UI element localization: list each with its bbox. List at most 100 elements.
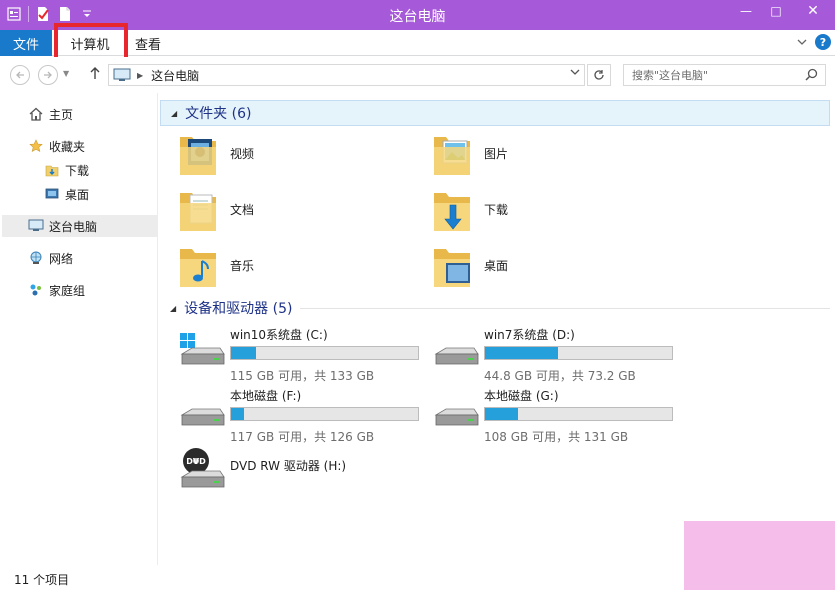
documents-folder-icon bbox=[180, 193, 216, 231]
drive-usage-bar bbox=[484, 346, 673, 360]
search-input[interactable] bbox=[624, 65, 794, 85]
folder-name: 下载 bbox=[484, 202, 509, 217]
maximize-button[interactable]: □ bbox=[761, 0, 791, 22]
folder-name: 桌面 bbox=[484, 258, 509, 273]
address-bar[interactable]: ▶ 这台电脑 bbox=[108, 64, 585, 86]
folder-name: 音乐 bbox=[230, 258, 255, 273]
group-title: 设备和驱动器 (5) bbox=[184, 301, 293, 317]
drive-item-d[interactable]: win7系统盘 (D:) 44.8 GB 可用，共 73.2 GB bbox=[432, 326, 682, 384]
sidebar-item-label: 收藏夹 bbox=[49, 139, 86, 154]
breadcrumb-arrow-icon[interactable]: ▶ bbox=[137, 71, 143, 80]
drive-usage-bar bbox=[230, 407, 419, 421]
drive-usage-fill bbox=[231, 347, 257, 359]
drive-item-c[interactable]: win10系统盘 (C:) 115 GB 可用，共 133 GB bbox=[178, 326, 428, 384]
sidebar-item-desktop[interactable]: 桌面 bbox=[44, 183, 89, 205]
sidebar-item-homegroup[interactable]: 家庭组 bbox=[28, 279, 85, 301]
drive-size-text: 44.8 GB 可用，共 73.2 GB bbox=[484, 369, 636, 383]
drive-item-h-dvd[interactable]: DVD DVD RW 驱动器 (H:) bbox=[178, 448, 428, 515]
drive-usage-fill bbox=[485, 347, 558, 359]
expand-ribbon-icon[interactable] bbox=[797, 35, 807, 49]
drive-size-text: 108 GB 可用，共 131 GB bbox=[484, 430, 629, 444]
navigation-bar: ▼ ▶ 这台电脑 bbox=[0, 57, 835, 93]
chevron-down-icon[interactable] bbox=[570, 68, 580, 79]
drive-name: DVD RW 驱动器 (H:) bbox=[230, 459, 347, 473]
windows-drive-icon bbox=[180, 333, 225, 365]
folder-item-downloads[interactable]: 下载 bbox=[432, 184, 672, 234]
drive-name: 本地磁盘 (G:) bbox=[484, 389, 559, 403]
downloads-folder-icon bbox=[434, 193, 470, 231]
folder-name: 视频 bbox=[230, 146, 255, 161]
sidebar-item-network[interactable]: 网络 bbox=[28, 247, 73, 269]
drive-usage-fill bbox=[231, 408, 245, 420]
sidebar-item-label: 网络 bbox=[49, 251, 74, 266]
computer-icon bbox=[113, 68, 131, 82]
music-folder-icon bbox=[180, 249, 216, 287]
drive-name: win10系统盘 (C:) bbox=[230, 328, 328, 342]
collapse-arrow-icon[interactable]: ◢ bbox=[171, 109, 177, 118]
sidebar-item-home[interactable]: 主页 bbox=[28, 103, 73, 125]
downloads-folder-icon bbox=[44, 162, 60, 178]
star-icon bbox=[28, 138, 44, 154]
group-title: 文件夹 (6) bbox=[185, 106, 252, 122]
group-divider bbox=[300, 308, 830, 309]
sidebar-item-label: 这台电脑 bbox=[49, 219, 98, 234]
recent-locations-dropdown[interactable]: ▼ bbox=[63, 69, 69, 78]
sidebar-item-label: 桌面 bbox=[65, 187, 90, 202]
folder-item-videos[interactable]: 视频 bbox=[178, 128, 418, 178]
folder-item-desktop[interactable]: 桌面 bbox=[432, 240, 672, 290]
refresh-button[interactable] bbox=[587, 64, 611, 86]
desktop-folder-icon bbox=[434, 249, 470, 287]
drive-item-g[interactable]: 本地磁盘 (G:) 108 GB 可用，共 131 GB bbox=[432, 387, 682, 445]
forward-button[interactable] bbox=[38, 65, 58, 85]
drive-usage-fill bbox=[485, 408, 518, 420]
tab-view[interactable]: 查看 bbox=[128, 30, 168, 56]
search-icon[interactable] bbox=[805, 68, 819, 82]
pictures-folder-icon bbox=[434, 137, 470, 175]
help-icon[interactable]: ? bbox=[815, 34, 831, 50]
image-corner-overlay bbox=[684, 521, 835, 590]
homegroup-icon bbox=[28, 282, 44, 298]
drive-item-f[interactable]: 本地磁盘 (F:) 117 GB 可用，共 126 GB bbox=[178, 387, 428, 445]
tab-file[interactable]: 文件 bbox=[0, 30, 52, 56]
network-icon bbox=[28, 250, 44, 266]
folder-item-music[interactable]: 音乐 bbox=[178, 240, 418, 290]
folder-name: 文档 bbox=[230, 202, 255, 217]
content-pane: ◢ 文件夹 (6) 视频 图片 文档 下载 音乐 桌面 ◢ 设备和驱动器 (5)… bbox=[160, 93, 830, 565]
sidebar-item-this-pc[interactable]: 这台电脑 bbox=[2, 215, 157, 237]
up-button[interactable] bbox=[86, 66, 104, 84]
hard-drive-icon bbox=[180, 408, 225, 426]
drive-usage-bar bbox=[230, 346, 419, 360]
navigation-pane: 主页 收藏夹 下载 桌面 这台电脑 网络 家庭组 bbox=[0, 93, 158, 565]
drive-size-text: 115 GB 可用，共 133 GB bbox=[230, 369, 375, 383]
sidebar-item-label: 主页 bbox=[49, 107, 74, 122]
dvd-badge: DVD bbox=[186, 457, 206, 466]
drive-usage-bar bbox=[484, 407, 673, 421]
minimize-button[interactable]: — bbox=[731, 0, 761, 22]
drive-name: win7系统盘 (D:) bbox=[484, 328, 575, 342]
home-icon bbox=[28, 106, 44, 122]
desktop-icon bbox=[44, 186, 60, 202]
drive-size-text: 117 GB 可用，共 126 GB bbox=[230, 430, 375, 444]
collapse-arrow-icon[interactable]: ◢ bbox=[170, 304, 176, 313]
sidebar-item-label: 家庭组 bbox=[49, 283, 86, 298]
folders-group-header[interactable]: ◢ 文件夹 (6) bbox=[160, 100, 830, 126]
close-button[interactable]: ✕ bbox=[791, 0, 835, 22]
hard-drive-icon bbox=[434, 408, 479, 426]
dvd-drive-icon: DVD bbox=[180, 448, 225, 488]
sidebar-item-downloads[interactable]: 下载 bbox=[44, 159, 89, 181]
search-box[interactable] bbox=[623, 64, 826, 86]
computer-icon bbox=[28, 218, 44, 234]
videos-folder-icon bbox=[180, 137, 216, 175]
window-controls: — □ ✕ bbox=[731, 0, 835, 22]
drives-group-header[interactable]: ◢ 设备和驱动器 (5) bbox=[160, 295, 830, 321]
item-count: 11 个项目 bbox=[14, 573, 70, 587]
back-button[interactable] bbox=[10, 65, 30, 85]
folder-item-pictures[interactable]: 图片 bbox=[432, 128, 672, 178]
breadcrumb[interactable]: 这台电脑 bbox=[151, 67, 199, 84]
hard-drive-icon bbox=[434, 347, 479, 365]
sidebar-item-favorites[interactable]: 收藏夹 bbox=[28, 135, 85, 157]
sidebar-item-label: 下载 bbox=[65, 163, 90, 178]
folder-item-documents[interactable]: 文档 bbox=[178, 184, 418, 234]
folder-name: 图片 bbox=[484, 146, 509, 161]
ribbon-right-controls: ? bbox=[797, 34, 831, 50]
